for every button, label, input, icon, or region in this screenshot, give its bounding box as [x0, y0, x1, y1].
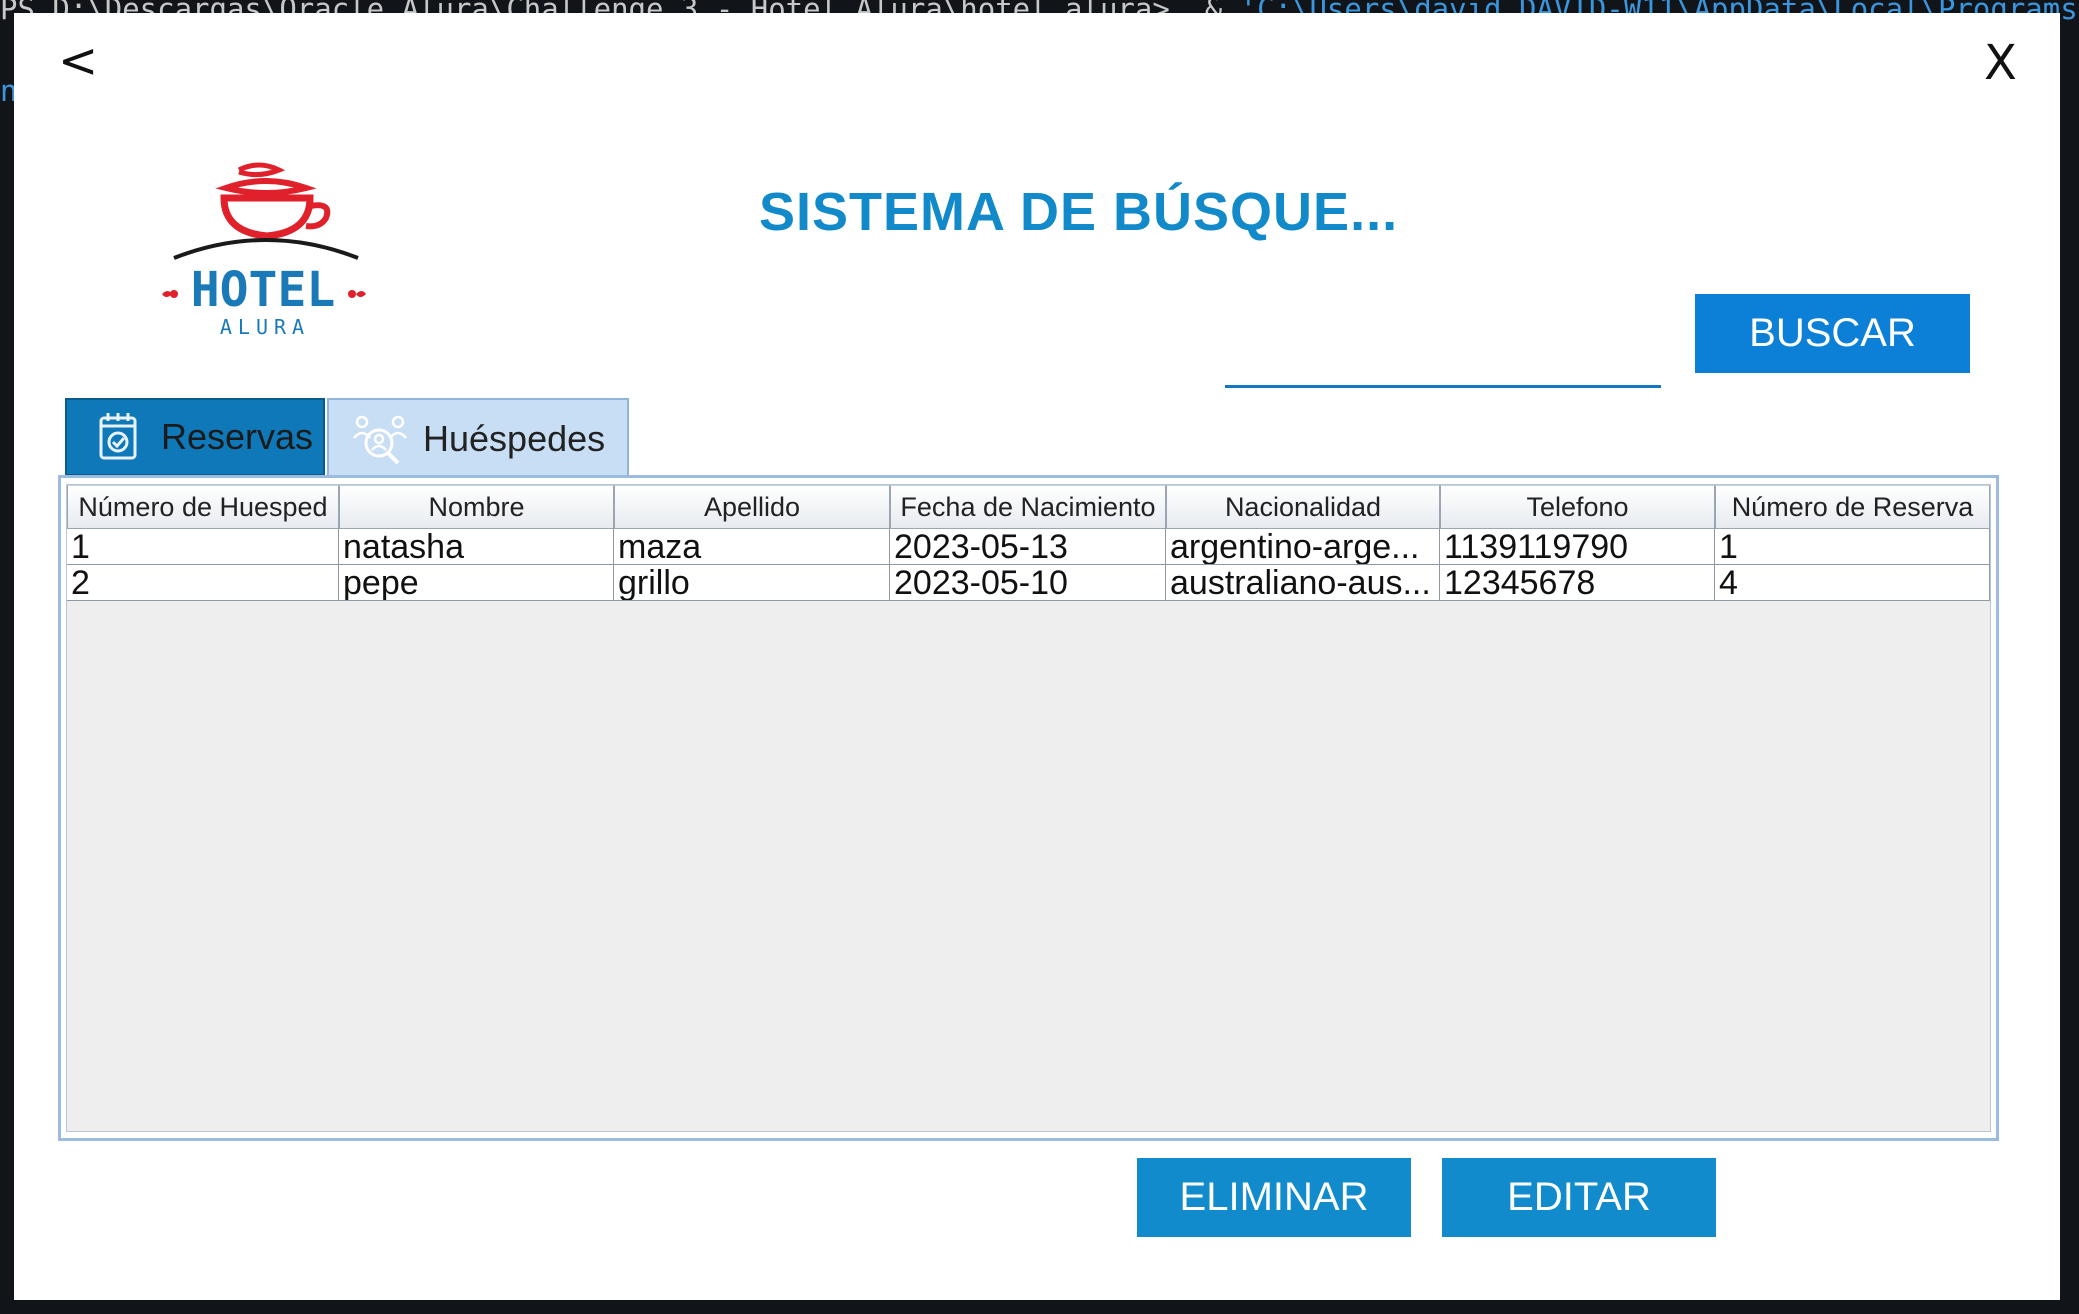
close-button[interactable]: X — [1984, 35, 2017, 91]
column-header[interactable]: Nombre — [339, 485, 614, 529]
guests-search-icon — [351, 410, 409, 468]
column-header[interactable]: Número de Reserva — [1715, 485, 1990, 529]
table-cell[interactable]: australiano-aus... — [1166, 565, 1440, 601]
guests-table[interactable]: Número de Huesped Nombre Apellido Fecha … — [66, 484, 1991, 1132]
table-cell[interactable]: natasha — [339, 529, 614, 565]
page-title: SISTEMA DE BÚSQUE... — [759, 182, 1399, 242]
column-header[interactable]: Nacionalidad — [1166, 485, 1440, 529]
table-cell[interactable]: 2023-05-13 — [890, 529, 1166, 565]
logo-brand-text: HOTEL — [191, 262, 336, 318]
delete-button[interactable]: ELIMINAR — [1137, 1158, 1411, 1237]
table-cell[interactable]: 4 — [1715, 565, 1990, 601]
table-cell[interactable]: argentino-arge... — [1166, 529, 1440, 565]
tab-huespedes[interactable]: Huéspedes — [327, 398, 629, 478]
terminal-line-fragment: ng — [0, 74, 14, 108]
table-cell[interactable]: 1 — [1715, 529, 1990, 565]
back-button[interactable]: < — [58, 33, 98, 89]
search-window: < X HOTEL ALURA SISTEMA DE BÚSQUE... BUS… — [14, 13, 2060, 1300]
table-cell[interactable]: 1139119790 — [1440, 529, 1715, 565]
column-header[interactable]: Apellido — [614, 485, 890, 529]
table-cell[interactable]: maza — [614, 529, 890, 565]
table-cell[interactable]: grillo — [614, 565, 890, 601]
table-cell[interactable]: 2 — [67, 565, 339, 601]
table-row[interactable]: 2 pepe grillo 2023-05-10 australiano-aus… — [67, 565, 1990, 601]
tab-huespedes-label: Huéspedes — [423, 418, 606, 459]
tab-reservas-label: Reservas — [161, 416, 314, 457]
table-cell[interactable]: pepe — [339, 565, 614, 601]
column-header[interactable]: Telefono — [1440, 485, 1715, 529]
calendar-check-icon — [89, 408, 147, 466]
search-input[interactable] — [1225, 333, 1661, 388]
hotel-alura-logo: HOTEL ALURA — [162, 162, 366, 338]
table-cell[interactable]: 12345678 — [1440, 565, 1715, 601]
table-cell[interactable]: 2023-05-10 — [890, 565, 1166, 601]
search-button[interactable]: BUSCAR — [1695, 294, 1970, 373]
column-header[interactable]: Fecha de Nacimiento — [890, 485, 1166, 529]
column-header[interactable]: Número de Huesped — [67, 485, 339, 529]
guests-table-panel: Número de Huesped Nombre Apellido Fecha … — [58, 475, 1999, 1141]
edit-button[interactable]: EDITAR — [1442, 1158, 1716, 1237]
table-row[interactable]: 1 natasha maza 2023-05-13 argentino-arge… — [67, 529, 1990, 565]
table-cell[interactable]: 1 — [67, 529, 339, 565]
table-header: Número de Huesped Nombre Apellido Fecha … — [67, 485, 1990, 529]
logo-sub-text: ALURA — [220, 315, 310, 338]
tab-reservas[interactable]: Reservas — [65, 398, 325, 476]
